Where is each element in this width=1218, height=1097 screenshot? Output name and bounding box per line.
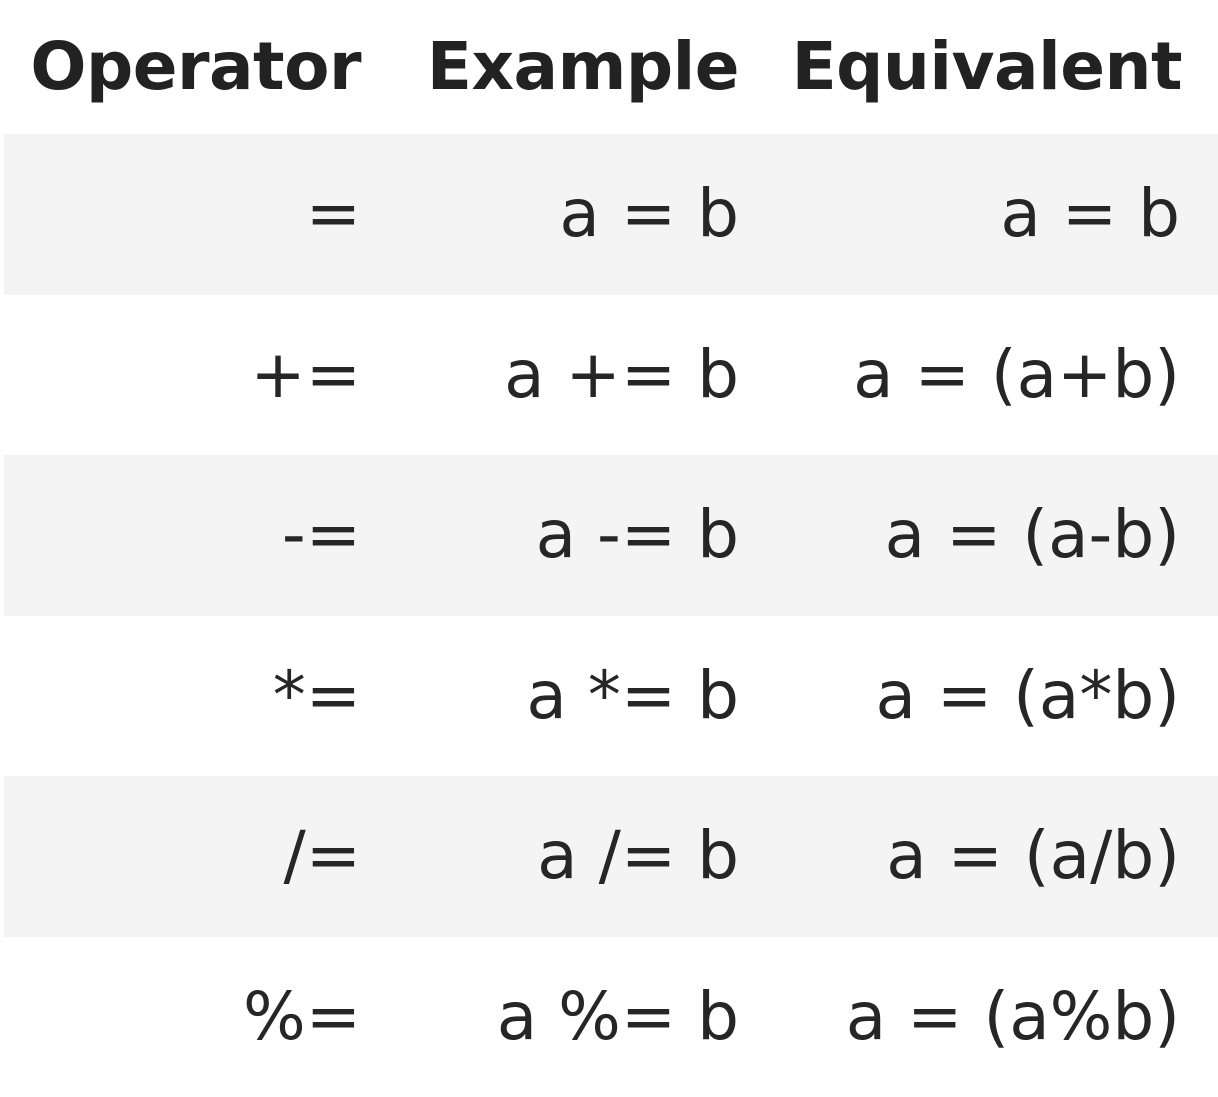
example-cell: a /= b <box>395 776 771 937</box>
operator-cell: /= <box>4 776 395 937</box>
header-row: Operator Example Equivalent <box>4 0 1218 134</box>
example-cell: a += b <box>395 295 771 456</box>
equivalent-cell: a = b <box>771 134 1218 295</box>
header-example: Example <box>395 0 771 134</box>
operators-table-container: Operator Example Equivalent = a = b a = … <box>4 0 1218 1097</box>
equivalent-cell: a = (a*b) <box>771 616 1218 777</box>
operator-cell: = <box>4 134 395 295</box>
table-row: -= a -= b a = (a-b) <box>4 455 1218 616</box>
example-cell: a = b <box>395 134 771 295</box>
operator-cell: += <box>4 295 395 456</box>
example-cell: a -= b <box>395 455 771 616</box>
header-equivalent: Equivalent <box>771 0 1218 134</box>
table-row: = a = b a = b <box>4 134 1218 295</box>
table-body: = a = b a = b += a += b a = (a+b) -= a -… <box>4 134 1218 1097</box>
operator-cell: %= <box>4 937 395 1097</box>
table-row: /= a /= b a = (a/b) <box>4 776 1218 937</box>
equivalent-cell: a = (a+b) <box>771 295 1218 456</box>
table-header: Operator Example Equivalent <box>4 0 1218 134</box>
equivalent-cell: a = (a/b) <box>771 776 1218 937</box>
table-row: *= a *= b a = (a*b) <box>4 616 1218 777</box>
table-row: += a += b a = (a+b) <box>4 295 1218 456</box>
example-cell: a *= b <box>395 616 771 777</box>
table-row: %= a %= b a = (a%b) <box>4 937 1218 1097</box>
equivalent-cell: a = (a%b) <box>771 937 1218 1097</box>
example-cell: a %= b <box>395 937 771 1097</box>
equivalent-cell: a = (a-b) <box>771 455 1218 616</box>
assignment-operators-table: Operator Example Equivalent = a = b a = … <box>4 0 1218 1097</box>
operator-cell: *= <box>4 616 395 777</box>
operator-cell: -= <box>4 455 395 616</box>
header-operator: Operator <box>4 0 395 134</box>
